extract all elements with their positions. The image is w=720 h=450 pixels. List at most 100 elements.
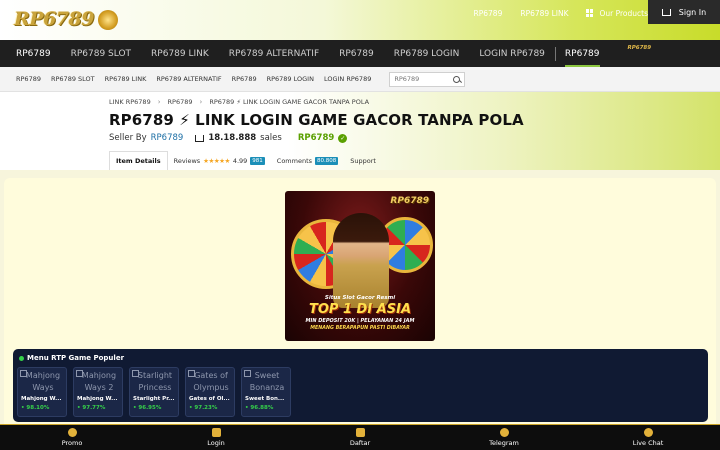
bottom-nav-bar: Promo Login Daftar Telegram Live Chat [0, 424, 720, 450]
sub-item-rp6789-link[interactable]: RP6789 LINK [105, 75, 147, 83]
seller-prefix: Seller By [109, 133, 147, 143]
rtp-game-card[interactable]: Mahjong Ways Mahjong W... • 98.10% [17, 367, 67, 417]
tab-comments[interactable]: Comments 80.808 [271, 151, 344, 170]
game-rtp: • 97.23% [189, 405, 218, 411]
model-figure [333, 213, 389, 308]
rtp-panel: Menu RTP Game Populer Mahjong Ways Mahjo… [13, 349, 708, 422]
sub-item-rp6789[interactable]: RP6789 [16, 75, 41, 83]
search-input[interactable] [394, 75, 445, 83]
rtp-game-card[interactable]: Sweet Bonanza Sweet Bon... • 96.88% [241, 367, 291, 417]
bottom-nav-label: Login [207, 439, 225, 447]
our-products-link[interactable]: Our Products [586, 9, 648, 18]
comments-label: Comments [276, 156, 313, 165]
product-header: LINK RP6789 › RP6789 › RP6789 ⚡ LINK LOG… [0, 92, 720, 170]
logo-text: RP6789 [14, 8, 94, 30]
telegram-icon [499, 428, 509, 437]
banner-line-2: MENANG BERAPAPUN PASTI DIBAYAR [310, 326, 410, 331]
game-rtp: • 98.10% [21, 405, 50, 411]
nav-item-rp6789-slot[interactable]: RP6789 SLOT [71, 40, 131, 67]
main-nav: RP6789 RP6789 SLOT RP6789 LINK RP6789 AL… [0, 40, 720, 67]
game-name: Sweet Bon... [245, 396, 285, 402]
cart-icon [195, 134, 205, 142]
rtp-game-list: Mahjong Ways Mahjong W... • 98.10% Mahjo… [17, 367, 291, 417]
sub-item-login-rp6789[interactable]: LOGIN RP6789 [324, 75, 371, 83]
reviews-count-badge: 981 [250, 156, 265, 165]
game-image-alt: Starlight Princess [137, 371, 173, 392]
seller-row: Seller By RP6789 18.18.888 sales RP6789 … [109, 133, 348, 143]
site-logo[interactable]: RP6789 [14, 8, 118, 34]
cart-icon [661, 8, 671, 16]
nav-divider [554, 46, 556, 61]
banner-line-1: MIN DEPOSIT 20K | PELAYANAN 24 JAM [305, 318, 415, 324]
rtp-game-card[interactable]: Gates of Olympus Gates of Ol... • 97.23% [185, 367, 235, 417]
game-name: Starlight Pr... [133, 396, 175, 402]
bottom-nav-login[interactable]: Login [166, 428, 266, 447]
game-rtp: • 96.88% [245, 405, 274, 411]
bottom-nav-live-chat[interactable]: Live Chat [598, 428, 698, 447]
comments-count-badge: 80.808 [315, 156, 339, 165]
game-rtp: • 97.77% [77, 405, 106, 411]
game-name: Mahjong W... [21, 396, 62, 402]
breadcrumb-item-3: RP6789 ⚡ LINK LOGIN GAME GACOR TANPA POL… [209, 98, 370, 106]
sub-item-rp6789-2[interactable]: RP6789 [232, 75, 257, 83]
top-link-rp6789-link[interactable]: RP6789 LINK [520, 9, 568, 18]
promo-banner-image[interactable]: RP6789 Situs Slot Gacor Resmi TOP 1 DI A… [285, 191, 435, 341]
live-dot-icon [19, 355, 24, 361]
bottom-nav-label: Telegram [489, 439, 519, 447]
logo-crown-icon [98, 10, 118, 30]
game-name: Gates of Ol... [189, 396, 230, 402]
register-icon [355, 428, 365, 437]
rtp-title: Menu RTP Game Populer [19, 354, 124, 362]
login-icon [211, 428, 221, 437]
bottom-nav-label: Live Chat [632, 439, 664, 447]
banner-logo: RP6789 [390, 196, 429, 206]
chevron-right-icon: › [199, 98, 203, 106]
nav-item-rp6789-link[interactable]: RP6789 LINK [151, 40, 209, 67]
rtp-title-text: Menu RTP Game Populer [27, 354, 125, 362]
our-products-label: Our Products [599, 8, 648, 18]
sub-item-rp6789-slot[interactable]: RP6789 SLOT [51, 75, 95, 83]
game-image-alt: Mahjong Ways [25, 371, 61, 392]
rtp-game-card[interactable]: Starlight Princess Starlight Pr... • 96.… [129, 367, 179, 417]
game-image-alt: Gates of Olympus [193, 371, 229, 392]
sub-item-rp6789-alternatif[interactable]: RP6789 ALTERNATIF [156, 75, 221, 83]
bottom-nav-label: Promo [61, 439, 83, 447]
tab-item-details[interactable]: Item Details [109, 151, 168, 170]
breadcrumb: LINK RP6789 › RP6789 › RP6789 ⚡ LINK LOG… [109, 98, 369, 106]
nav-item-login-rp6789[interactable]: LOGIN RP6789 [479, 40, 545, 67]
bottom-nav-daftar[interactable]: Daftar [310, 428, 410, 447]
tab-support[interactable]: Support [344, 151, 382, 170]
sub-item-rp6789-login[interactable]: RP6789 LOGIN [267, 75, 314, 83]
nav-mini-logo: RP6789 [627, 44, 652, 51]
rating-value: 4.99 [232, 156, 248, 165]
star-rating-icon: ★★★★★ [203, 156, 230, 165]
sales-label: sales [260, 133, 282, 143]
sub-nav: RP6789 RP6789 SLOT RP6789 LINK RP6789 AL… [0, 67, 720, 92]
search-icon[interactable] [453, 75, 461, 83]
product-tabs: Item Details Reviews ★★★★★ 4.99 981 Comm… [109, 151, 382, 170]
breadcrumb-item-1[interactable]: LINK RP6789 [109, 98, 151, 106]
game-name: Mahjong W... [77, 396, 118, 402]
top-links: RP6789 RP6789 LINK Our Products [474, 0, 648, 26]
sales-count: 18.18.888 [208, 133, 257, 143]
banner-headline: TOP 1 DI ASIA [308, 302, 412, 317]
bottom-nav-promo[interactable]: Promo [22, 428, 122, 447]
nav-item-rp6789[interactable]: RP6789 [16, 40, 51, 67]
bottom-nav-label: Daftar [349, 439, 371, 447]
tab-reviews[interactable]: Reviews ★★★★★ 4.99 981 [168, 151, 271, 170]
search-box [389, 71, 466, 87]
bottom-nav-telegram[interactable]: Telegram [454, 428, 554, 447]
banner-subtitle: Situs Slot Gacor Resmi [324, 295, 396, 301]
breadcrumb-item-2[interactable]: RP6789 [168, 98, 193, 106]
sign-in-button[interactable]: Sign In [648, 0, 720, 24]
nav-item-rp6789-2[interactable]: RP6789 [339, 40, 374, 67]
nav-item-rp6789-alternatif[interactable]: RP6789 ALTERNATIF [229, 40, 319, 67]
gift-icon [67, 428, 77, 437]
top-link-rp6789[interactable]: RP6789 [474, 9, 503, 18]
rtp-game-card[interactable]: Mahjong Ways 2 Mahjong W... • 97.77% [73, 367, 123, 417]
nav-item-rp6789-login[interactable]: RP6789 LOGIN [394, 40, 460, 67]
verified-check-icon: ✓ [338, 133, 348, 143]
seller-link[interactable]: RP6789 [151, 133, 184, 143]
nav-item-active[interactable]: RP6789 [564, 40, 600, 67]
game-rtp: • 96.95% [133, 405, 162, 411]
